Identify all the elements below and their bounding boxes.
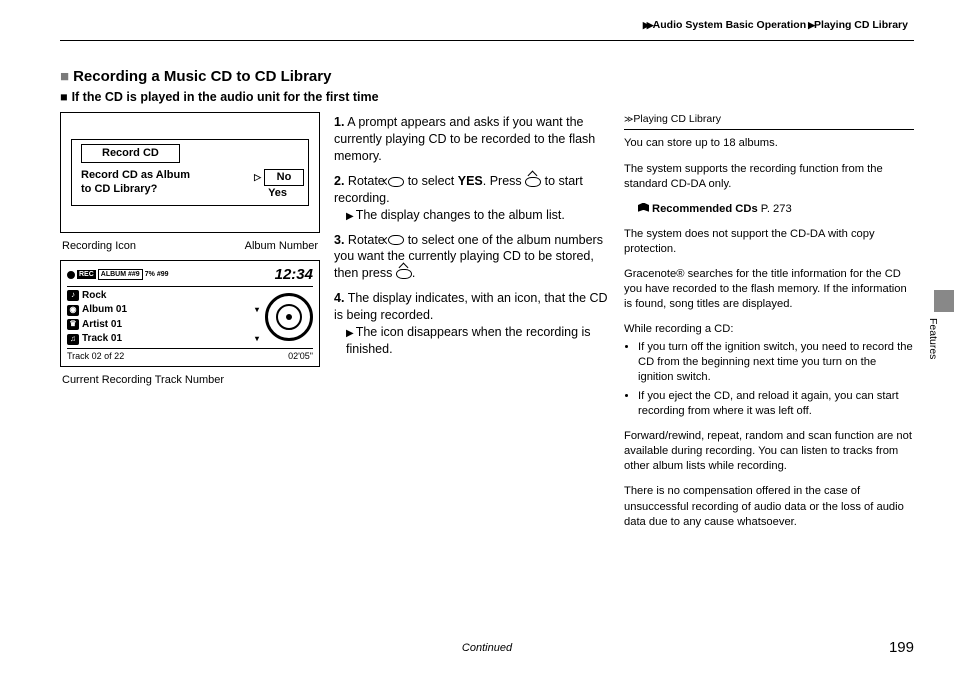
- artist-icon: ♛: [67, 319, 79, 330]
- label-current-track-number: Current Recording Track Number: [60, 373, 320, 388]
- disc-icon: [265, 293, 313, 341]
- step-4: 4. The display indicates, with an icon, …: [334, 290, 610, 358]
- section-subtitle: ■ If the CD is played in the audio unit f…: [60, 89, 610, 106]
- genre-value: Rock: [82, 289, 106, 303]
- screen-illustration-recording: REC ALBUM ##9 7% #99 12:34 ♪Rock ◉Album …: [60, 260, 320, 367]
- dial-icon: [388, 176, 404, 188]
- sidebar-list-intro: While recording a CD:: [624, 322, 914, 337]
- step-3: 3. Rotate to select one of the album num…: [334, 232, 610, 283]
- triangle-bullet-icon: ▶: [346, 328, 354, 339]
- sidebar-p3: The system does not support the CD-DA wi…: [624, 227, 914, 257]
- screen-illustration-prompt: Record CD Record CD as Album to CD Libra…: [60, 112, 320, 233]
- step-2: 2. Rotate to select YES. Press to start …: [334, 173, 610, 224]
- triangle-bullet-icon: ▶: [346, 211, 354, 222]
- pointer-icon: ▷: [254, 172, 261, 182]
- breadcrumb: ▶▶Audio System Basic Operation▶Playing C…: [60, 18, 914, 32]
- square-bullet-icon: ■: [60, 68, 69, 85]
- album-icon: ◉: [67, 305, 79, 316]
- dial-icon: [388, 234, 404, 246]
- section-tab: [934, 290, 954, 312]
- track-icon: ♫: [67, 334, 79, 345]
- clock-readout: 12:34: [275, 265, 313, 285]
- square-bullet-icon: ■: [60, 90, 68, 104]
- album-value: Album 01: [82, 303, 127, 317]
- breadcrumb-level2: Playing CD Library: [814, 19, 908, 31]
- sidebar-li2: If you eject the CD, and reload it again…: [638, 389, 914, 419]
- chevron-down-icon: ▾: [255, 305, 259, 316]
- breadcrumb-level1: Audio System Basic Operation: [653, 19, 806, 31]
- track-value: Track 01: [82, 332, 122, 346]
- chevron-right-icon: ▶▶: [643, 20, 651, 30]
- illustration-labels: Recording Icon Album Number: [60, 239, 320, 254]
- sidebar-list: If you turn off the ignition switch, you…: [624, 340, 914, 420]
- prompt-title: Record CD: [81, 144, 180, 163]
- section-subtitle-text: If the CD is played in the audio unit fo…: [72, 90, 379, 104]
- sidebar-p1: You can store up to 18 albums.: [624, 136, 914, 151]
- sidebar-p4: Gracenote® searches for the title inform…: [624, 267, 914, 312]
- manual-page: ▶▶Audio System Basic Operation▶Playing C…: [0, 0, 954, 674]
- sidebar-title: ≫Playing CD Library: [624, 112, 914, 126]
- genre-icon: ♪: [67, 290, 79, 301]
- sidebar-divider: [624, 129, 914, 130]
- illustrations-column: Record CD Record CD as Album to CD Libra…: [60, 112, 320, 388]
- sidebar-p2: The system supports the recording functi…: [624, 162, 914, 192]
- chevron-down-icon: ▾: [255, 334, 259, 345]
- section-title: ■Recording a Music CD to CD Library: [60, 67, 610, 87]
- sidebar-p6: There is no compensation offered in the …: [624, 484, 914, 529]
- sidebar-p5: Forward/rewind, repeat, random and scan …: [624, 429, 914, 474]
- step-1: 1. A prompt appears and asks if you want…: [334, 114, 610, 165]
- chevron-right-icon: ▶: [808, 20, 812, 30]
- info-sidebar: ≫Playing CD Library You can store up to …: [624, 112, 914, 539]
- page-footer: Continued 199: [60, 641, 914, 656]
- option-yes: Yes: [254, 187, 287, 199]
- prompt-options: ▷No Yes: [254, 169, 304, 201]
- artist-value: Artist 01: [82, 318, 122, 332]
- recording-status-row: REC ALBUM ##9 7% #99: [67, 269, 169, 280]
- sidebar-li1: If you turn off the ignition switch, you…: [638, 340, 914, 385]
- sidebar-crossref: Recommended CDs P. 273: [624, 202, 914, 217]
- section-label-features: Features: [926, 318, 940, 359]
- press-icon: [396, 268, 412, 280]
- press-icon: [525, 176, 541, 188]
- track-counter: Track 02 of 22: [67, 350, 124, 362]
- instruction-steps: 1. A prompt appears and asks if you want…: [334, 112, 610, 365]
- elapsed-time: 02'05": [288, 350, 313, 362]
- label-album-number: Album Number: [245, 239, 318, 254]
- continued-label: Continued: [462, 641, 512, 656]
- prompt-question: Record CD as Album to CD Library?: [76, 169, 190, 197]
- option-no: No: [264, 169, 304, 186]
- book-icon: [638, 203, 649, 212]
- section-title-text: Recording a Music CD to CD Library: [73, 68, 331, 85]
- header-divider: [60, 40, 914, 41]
- label-recording-icon: Recording Icon: [62, 239, 136, 254]
- double-chevron-icon: ≫: [624, 114, 629, 124]
- page-number: 199: [889, 638, 914, 658]
- rec-badge: REC: [77, 270, 96, 279]
- record-dot-icon: [67, 271, 75, 279]
